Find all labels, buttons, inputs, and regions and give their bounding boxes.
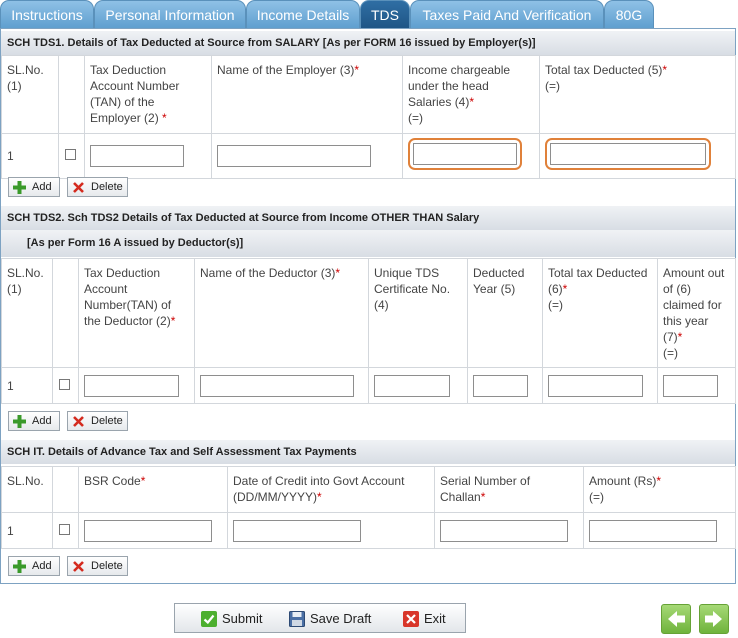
tab-label: Taxes Paid And Verification <box>422 7 592 23</box>
schit-col-amount: Amount (Rs)* (=) <box>583 466 736 513</box>
x-icon <box>73 416 84 427</box>
deductor-name-input[interactable] <box>200 374 354 397</box>
tds2-table: SL.No. (1) Tax Deduction Account Number(T… <box>1 258 736 404</box>
date-of-credit-input[interactable] <box>233 519 361 542</box>
tan-employer-input[interactable] <box>90 145 184 167</box>
tds1-section-title: SCH TDS1. Details of Tax Deducted at Sou… <box>1 31 735 55</box>
tds2-section-subtitle: [As per Form 16 A issued by Deductor(s)] <box>1 230 735 257</box>
tab-income-details[interactable]: Income Details <box>246 0 360 28</box>
tab-label: Personal Information <box>105 7 235 23</box>
plus-icon <box>13 560 26 573</box>
tds1-col-slno: SL.No. (1) <box>1 55 59 134</box>
tds2-col-certificate: Unique TDS Certificate No. (4) <box>368 258 468 368</box>
table-row: 1 <box>1 512 736 549</box>
table-row: 1 <box>1 367 736 404</box>
tab-label: Instructions <box>11 7 83 23</box>
save-draft-button[interactable]: Save Draft <box>289 610 381 628</box>
tax-deducted-input[interactable] <box>550 143 706 165</box>
plus-icon <box>13 415 26 428</box>
tds-certificate-input[interactable] <box>374 374 450 397</box>
highlight-outline <box>408 138 522 170</box>
exit-label: Exit <box>424 611 446 626</box>
schit-col-date: Date of Credit into Govt Account (DD/MM/… <box>227 466 435 513</box>
arrow-left-icon <box>668 611 685 627</box>
floppy-disk-icon <box>289 611 305 627</box>
row-number: 1 <box>1 512 53 549</box>
action-bar: Submit Save Draft Exit <box>174 603 466 633</box>
tab-taxes-paid[interactable]: Taxes Paid And Verification <box>410 0 604 28</box>
schit-col-slno: SL.No. <box>1 466 53 513</box>
tds2-section-title: SCH TDS2. Sch TDS2 Details of Tax Deduct… <box>1 206 735 230</box>
tan-deductor-input[interactable] <box>84 374 179 397</box>
delete-label: Delete <box>91 181 123 193</box>
challan-serial-input[interactable] <box>440 519 568 542</box>
submit-label: Submit <box>222 611 263 626</box>
tds1-col-employer: Name of the Employer (3)* <box>211 55 403 134</box>
schit-col-bsr: BSR Code* <box>78 466 228 513</box>
tab-bar: Instructions Personal Information Income… <box>0 0 738 28</box>
highlight-outline <box>545 138 711 170</box>
deducted-year-input[interactable] <box>473 374 528 397</box>
add-button[interactable]: Add <box>8 411 60 431</box>
row-select-checkbox[interactable] <box>59 523 70 535</box>
tds2-col-tax: Total tax Deducted (6)* (=) <box>542 258 658 368</box>
tab-label: TDS <box>371 7 399 23</box>
salary-income-input[interactable] <box>413 143 517 165</box>
tds2-col-tan: Tax Deduction Account Number(TAN) of the… <box>78 258 195 368</box>
plus-icon <box>13 181 26 194</box>
row-select-checkbox[interactable] <box>65 149 76 160</box>
add-label: Add <box>32 415 52 427</box>
amount-claimed-input[interactable] <box>663 374 718 397</box>
add-label: Add <box>32 181 52 193</box>
delete-button[interactable]: Delete <box>67 411 128 431</box>
exit-button[interactable]: Exit <box>403 610 459 628</box>
schit-col-serial: Serial Number of Challan* <box>434 466 584 513</box>
tds1-col-tan: Tax Deduction Account Number (TAN) of th… <box>84 55 212 134</box>
delete-button[interactable]: Delete <box>67 556 128 576</box>
row-number: 1 <box>1 133 59 179</box>
schit-table: SL.No. BSR Code* Date of Credit into Gov… <box>1 466 736 549</box>
x-icon <box>73 182 84 193</box>
total-tax-input[interactable] <box>548 374 643 397</box>
tab-label: Income Details <box>256 7 350 23</box>
tds2-col-claimed: Amount out of (6) claimed for this year … <box>657 258 736 368</box>
checkmark-icon <box>201 611 217 627</box>
delete-button[interactable]: Delete <box>67 177 128 197</box>
tab-label: 80G <box>615 7 643 23</box>
table-row: 1 <box>1 133 736 179</box>
next-button[interactable] <box>699 604 729 634</box>
schit-header-row: SL.No. BSR Code* Date of Credit into Gov… <box>1 466 736 513</box>
previous-button[interactable] <box>661 604 691 634</box>
tab-tds[interactable]: TDS <box>360 0 410 28</box>
submit-button[interactable]: Submit <box>201 610 271 628</box>
schit-section-title: SCH IT. Details of Advance Tax and Self … <box>1 440 735 464</box>
amount-input[interactable] <box>589 519 717 542</box>
arrow-right-icon <box>705 611 722 627</box>
tab-instructions[interactable]: Instructions <box>0 0 94 28</box>
tds2-col-slno: SL.No. (1) <box>1 258 53 368</box>
tab-personal-information[interactable]: Personal Information <box>94 0 246 28</box>
delete-label: Delete <box>91 415 123 427</box>
tds1-col-income: Income chargeable under the head Salarie… <box>402 55 540 134</box>
save-draft-label: Save Draft <box>310 611 372 626</box>
delete-label: Delete <box>91 560 123 572</box>
row-select-checkbox[interactable] <box>59 378 70 390</box>
x-icon <box>73 561 84 572</box>
add-button[interactable]: Add <box>8 177 60 197</box>
bsr-code-input[interactable] <box>84 519 212 542</box>
tds1-header-row: SL.No. (1) Tax Deduction Account Number (… <box>1 55 736 134</box>
tds2-col-year: Deducted Year (5) <box>467 258 543 368</box>
add-button[interactable]: Add <box>8 556 60 576</box>
add-label: Add <box>32 560 52 572</box>
tds2-col-deductor: Name of the Deductor (3)* <box>194 258 369 368</box>
row-number: 1 <box>1 367 53 404</box>
tab-80g[interactable]: 80G <box>604 0 654 28</box>
tds2-header-row: SL.No. (1) Tax Deduction Account Number(T… <box>1 258 736 368</box>
tds1-col-tax: Total tax Deducted (5)* (=) <box>539 55 736 134</box>
employer-name-input[interactable] <box>217 145 371 167</box>
tds1-table: SL.No. (1) Tax Deduction Account Number (… <box>1 55 736 179</box>
close-icon <box>403 611 419 627</box>
